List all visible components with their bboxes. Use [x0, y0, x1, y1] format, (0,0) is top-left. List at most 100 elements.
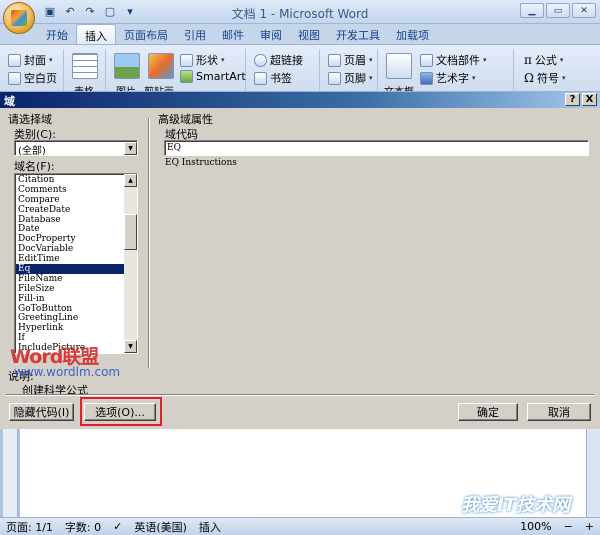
window-controls: ▁ ▭ ✕ [520, 3, 596, 18]
insert-mode[interactable]: 插入 [193, 519, 227, 535]
symbol-label: 符号 [536, 72, 559, 85]
office-logo-icon [11, 10, 27, 26]
picture-icon[interactable] [114, 53, 140, 79]
scroll-down-icon[interactable]: ▼ [124, 340, 137, 353]
field-list-item[interactable]: GoToButton [16, 304, 124, 314]
close-dialog-button[interactable]: X [582, 93, 597, 106]
tab-1[interactable]: 插入 [76, 24, 116, 44]
close-window-button[interactable]: ✕ [572, 3, 596, 18]
field-list-item[interactable]: Fill-in [16, 294, 124, 304]
page-indicator[interactable]: 页面: 1/1 [0, 519, 59, 535]
zoom-level[interactable]: 100% [514, 520, 557, 533]
smartart-icon [180, 70, 193, 83]
tab-2[interactable]: 页面布局 [116, 24, 176, 44]
blank-page-icon [8, 71, 21, 85]
ribbon-tabs: 开始 插入 页面布局 引用 邮件 审阅 视图 开发工具 加载项 [38, 24, 437, 44]
tab-0[interactable]: 开始 [38, 24, 76, 44]
tab-4[interactable]: 邮件 [214, 24, 252, 44]
minimize-button[interactable]: ▁ [520, 3, 544, 18]
smartart-button[interactable]: SmartArt [180, 70, 246, 83]
field-code-value: EQ [167, 143, 181, 153]
pages-group: 封面 ▾ 空白页 [2, 49, 64, 91]
tab-8[interactable]: 加载项 [388, 24, 437, 44]
cover-page-button[interactable]: 封面 ▾ [8, 52, 53, 68]
wordart-icon [420, 71, 433, 85]
wordart-button[interactable]: 艺术字 ▾ [420, 70, 476, 86]
footer-button[interactable]: 页脚 ▾ [328, 70, 373, 86]
text-box-label[interactable]: 文本框 [384, 83, 414, 91]
horizontal-divider [6, 394, 594, 396]
vertical-divider [148, 118, 150, 368]
header-button[interactable]: 页眉 ▾ [328, 52, 373, 68]
field-list-item[interactable]: FileSize [16, 284, 124, 294]
highlight-box [80, 397, 162, 426]
word-count[interactable]: 字数: 0 [59, 519, 107, 535]
header-footer-group: 页眉 ▾ 页脚 ▾ [322, 49, 378, 91]
tab-5[interactable]: 审阅 [252, 24, 290, 44]
field-list-item[interactable]: Comments [16, 185, 124, 195]
field-list-item[interactable]: DocVariable [16, 244, 124, 254]
field-list-item[interactable]: Citation [16, 175, 124, 185]
dialog-title: 域 [4, 95, 15, 108]
pi-icon: π [524, 53, 532, 67]
cancel-button[interactable]: 取消 [527, 403, 591, 421]
field-list-item[interactable]: CreateDate [16, 205, 124, 215]
maximize-button[interactable]: ▭ [546, 3, 570, 18]
picture-label[interactable]: 图片 [116, 83, 136, 91]
equation-button[interactable]: π 公式 ▾ [524, 52, 563, 68]
quick-parts-button[interactable]: 文档部件 ▾ [420, 52, 487, 68]
quick-parts-icon [420, 53, 433, 67]
watermark-url: www.wordlm.com [14, 365, 121, 379]
shapes-button[interactable]: 形状 ▾ [180, 52, 225, 68]
text-box-icon[interactable] [386, 53, 412, 79]
tab-3[interactable]: 引用 [176, 24, 214, 44]
hyperlink-button[interactable]: 超链接 [254, 52, 303, 68]
scroll-up-icon[interactable]: ▲ [124, 174, 137, 187]
symbol-button[interactable]: Ω 符号 ▾ [524, 70, 565, 86]
ribbon: 封面▾ 空白页 表格 图片 剪贴画 形状▾ SmartArt 超链接 书签 页眉… [0, 44, 600, 92]
bookmark-icon [254, 71, 267, 85]
field-list-item[interactable]: Eq [16, 264, 124, 274]
zoom-out-icon[interactable]: − [558, 520, 579, 533]
field-list-item[interactable]: Database [16, 215, 124, 225]
smartart-label: SmartArt [196, 70, 246, 83]
title-bar: ▣ ↶ ↷ ▢ ▾ 文档 1 - Microsoft Word ▁ ▭ ✕ [0, 0, 600, 34]
office-button[interactable] [3, 2, 35, 34]
blank-page-button[interactable]: 空白页 [8, 70, 57, 86]
field-list-item[interactable]: Date [16, 224, 124, 235]
table-icon[interactable] [72, 53, 98, 79]
scroll-thumb[interactable] [124, 214, 137, 250]
field-list-item[interactable]: Hyperlink [16, 323, 124, 333]
dialog-title-bar: 域 ? X [0, 92, 600, 108]
tab-6[interactable]: 视图 [290, 24, 328, 44]
help-button[interactable]: ? [565, 93, 580, 106]
proofing-icon[interactable]: ✓ [107, 520, 128, 533]
bookmark-label: 书签 [270, 72, 292, 85]
field-list-item[interactable]: EditTime [16, 254, 124, 264]
field-list-item[interactable]: DocProperty [16, 234, 124, 244]
ok-button[interactable]: 确定 [458, 403, 518, 421]
category-select[interactable]: (全部) ▼ [14, 140, 138, 157]
table-label[interactable]: 表格 [74, 83, 94, 91]
field-list-item[interactable]: GreetingLine [16, 313, 124, 324]
cover-page-icon [8, 53, 21, 67]
header-icon [328, 53, 341, 67]
document-scrollbar[interactable] [586, 429, 600, 517]
hide-codes-button[interactable]: 隐藏代码(I) [9, 403, 74, 421]
language-indicator[interactable]: 英语(美国) [128, 519, 193, 535]
tab-7[interactable]: 开发工具 [328, 24, 388, 44]
hyperlink-label: 超链接 [270, 54, 303, 67]
field-list-scrollbar[interactable]: ▲ ▼ [124, 174, 137, 353]
clip-art-label[interactable]: 剪贴画 [144, 83, 174, 91]
field-names-list[interactable]: Citation Comments Compare CreateDate Databas… [14, 173, 138, 354]
field-list-item[interactable]: Compare [16, 195, 124, 205]
zoom-in-icon[interactable]: + [579, 520, 600, 533]
field-list-item[interactable]: FileName [16, 274, 124, 284]
shapes-label: 形状 [196, 54, 218, 67]
window-title: 文档 1 - Microsoft Word [231, 7, 369, 21]
wordart-label: 艺术字 [436, 72, 469, 85]
chevron-down-icon[interactable]: ▼ [124, 142, 137, 155]
clip-art-icon[interactable] [148, 53, 174, 79]
field-code-input[interactable]: EQ [164, 140, 589, 156]
bookmark-button[interactable]: 书签 [254, 70, 292, 86]
